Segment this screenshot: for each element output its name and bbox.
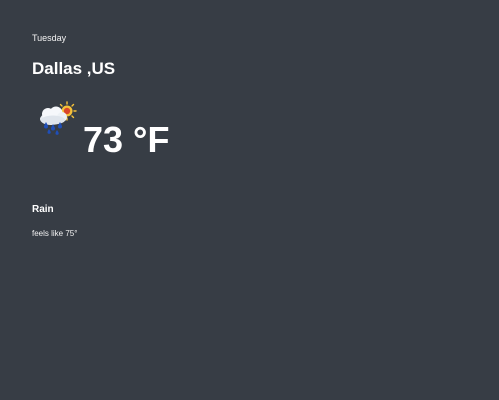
city-title: Dallas ,US xyxy=(32,59,116,78)
weather-card: Tuesday Dallas ,US 73 °F Rain feels like… xyxy=(0,0,499,400)
temperature-value: 73 °F xyxy=(83,119,170,160)
condition-label: Rain xyxy=(32,204,54,215)
feels-like-label: feels like 75° xyxy=(32,229,78,238)
rain-cloud-sun-icon xyxy=(36,100,78,136)
weekday-label: Tuesday xyxy=(32,33,67,43)
